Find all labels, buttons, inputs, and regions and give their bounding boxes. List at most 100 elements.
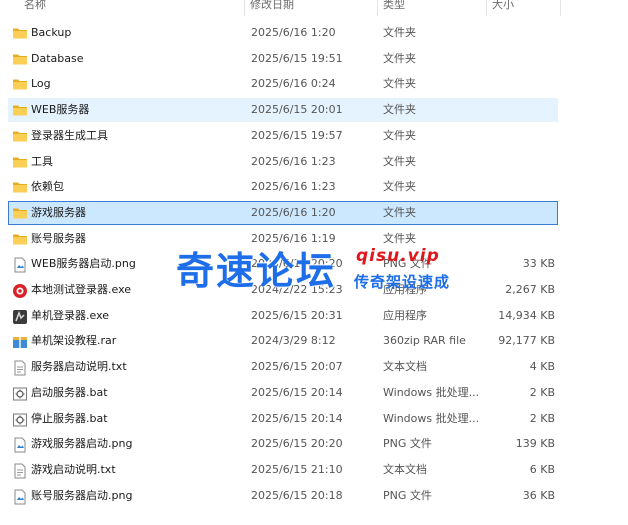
file-row[interactable]: 单机架设教程.rar 2024/3/29 8:12 360zip RAR file 9… xyxy=(8,329,558,353)
file-date: 2025/6/15 20:14 xyxy=(251,411,343,425)
file-row[interactable]: 启动服务器.bat 2025/6/15 20:14 Windows 批处理... 2 … xyxy=(8,381,558,405)
file-date: 2025/6/16 1:20 xyxy=(251,205,336,219)
image-file-icon xyxy=(12,489,28,505)
column-divider[interactable] xyxy=(377,0,378,16)
file-name: 单机架设教程.rar xyxy=(31,334,117,348)
file-size: 92,177 KB xyxy=(498,334,555,348)
file-type: 文件夹 xyxy=(383,103,416,117)
text-file-icon xyxy=(12,360,28,376)
file-name: 账号服务器启动.png xyxy=(31,488,133,502)
file-row[interactable]: 游戏服务器启动.png 2025/6/15 20:20 PNG 文件 139 KB xyxy=(8,432,558,456)
folder-icon xyxy=(12,52,28,66)
folder-row[interactable]: 工具 2025/6/16 1:23 文件夹 xyxy=(8,150,558,174)
file-date: 2025/6/15 20:14 xyxy=(251,385,343,399)
file-size xyxy=(487,48,555,70)
file-name: Log xyxy=(31,77,51,91)
column-header-name[interactable]: 名称 xyxy=(20,0,244,16)
file-type: 文件夹 xyxy=(383,51,416,65)
file-name: 单机登录器.exe xyxy=(31,308,110,322)
file-size: 6 KB xyxy=(529,462,555,476)
file-date: 2024/3/29 8:12 xyxy=(251,334,336,348)
folder-row[interactable]: Backup 2025/6/16 1:20 文件夹 xyxy=(8,21,558,45)
file-date: 2025/6/15 20:31 xyxy=(251,308,343,322)
file-date: 2025/6/16 1:23 xyxy=(251,154,336,168)
folder-row[interactable]: 游戏服务器 2025/6/16 1:20 文件夹 xyxy=(8,200,558,225)
folder-icon xyxy=(12,180,28,194)
file-size: 2 KB xyxy=(529,411,555,425)
file-size xyxy=(487,22,555,44)
file-name: Database xyxy=(31,51,84,65)
watermark-title: 奇速论坛 xyxy=(176,249,337,293)
column-header-bar: 名称 修改日期 类型 大小 xyxy=(0,0,628,16)
folder-row[interactable]: WEB服务器 2025/6/15 20:01 文件夹 xyxy=(8,98,558,123)
folder-icon xyxy=(12,26,28,40)
file-date: 2025/6/16 1:23 xyxy=(251,180,336,194)
file-type: 文本文档 xyxy=(383,462,427,476)
folder-row[interactable]: Log 2025/6/16 0:24 文件夹 xyxy=(8,72,558,96)
column-header-date[interactable]: 修改日期 xyxy=(246,0,376,16)
folder-icon xyxy=(12,129,28,143)
file-date: 2025/6/16 0:24 xyxy=(251,77,336,91)
file-date: 2025/6/16 1:20 xyxy=(251,26,336,39)
file-size: 2,267 KB xyxy=(505,283,555,296)
folder-icon xyxy=(12,77,28,91)
file-name: 登录器生成工具 xyxy=(31,128,108,142)
file-row[interactable]: 单机登录器.exe 2025/6/15 20:31 应用程序 14,934 KB xyxy=(8,304,558,328)
folder-row[interactable]: 依赖包 2025/6/16 1:23 文件夹 xyxy=(8,175,558,199)
file-name: 依赖包 xyxy=(31,180,64,194)
file-type: Windows 批处理... xyxy=(383,385,480,399)
file-row[interactable]: 停止服务器.bat 2025/6/15 20:14 Windows 批处理... 2 … xyxy=(8,407,558,431)
file-type: 文件夹 xyxy=(383,77,416,91)
file-size xyxy=(487,176,555,198)
folder-row[interactable]: Database 2025/6/15 19:51 文件夹 xyxy=(8,47,558,71)
file-size xyxy=(487,73,555,95)
folder-icon xyxy=(12,103,28,117)
image-file-icon xyxy=(12,257,28,273)
file-type: Windows 批处理... xyxy=(383,411,480,425)
column-divider[interactable] xyxy=(244,0,245,16)
file-type: PNG 文件 xyxy=(383,488,432,502)
folder-row[interactable]: 登录器生成工具 2025/6/15 19:57 文件夹 xyxy=(8,124,558,148)
file-size xyxy=(487,151,555,173)
app-icon xyxy=(12,309,28,324)
file-type: 文本文档 xyxy=(383,360,427,374)
file-type: PNG 文件 xyxy=(383,437,432,451)
file-name: 游戏服务器 xyxy=(31,205,86,219)
file-row[interactable]: 账号服务器启动.png 2025/6/15 20:18 PNG 文件 36 KB xyxy=(8,484,558,508)
file-size: 33 KB xyxy=(522,257,555,271)
file-name: 游戏服务器启动.png xyxy=(31,437,133,451)
file-name: Backup xyxy=(31,26,72,39)
file-type: 文件夹 xyxy=(383,205,416,219)
file-date: 2025/6/15 20:01 xyxy=(251,103,343,117)
column-divider[interactable] xyxy=(560,0,561,16)
file-size: 139 KB xyxy=(515,437,555,451)
batch-file-icon xyxy=(12,386,28,401)
file-type: 文件夹 xyxy=(383,180,416,194)
file-size xyxy=(487,125,555,147)
column-header-type[interactable]: 类型 xyxy=(379,0,485,16)
column-header-size[interactable]: 大小 xyxy=(488,0,560,16)
file-type: 文件夹 xyxy=(383,128,416,142)
file-size: 4 KB xyxy=(529,360,555,374)
file-type: 文件夹 xyxy=(383,154,416,168)
image-file-icon xyxy=(12,437,28,453)
file-name: 游戏启动说明.txt xyxy=(31,462,116,476)
batch-file-icon xyxy=(12,412,28,426)
file-name: 停止服务器.bat xyxy=(31,411,108,425)
file-size: 36 KB xyxy=(522,488,555,502)
file-size: 2 KB xyxy=(529,385,555,399)
file-name: WEB服务器 xyxy=(31,103,90,117)
text-file-icon xyxy=(12,463,28,479)
watermark-url: qisu.vip xyxy=(356,246,440,266)
file-date: 2025/6/15 21:10 xyxy=(251,462,343,476)
file-row[interactable]: 游戏启动说明.txt 2025/6/15 21:10 文本文档 6 KB xyxy=(8,458,558,482)
file-date: 2025/6/15 19:51 xyxy=(251,51,343,65)
file-type: 文件夹 xyxy=(383,26,416,39)
file-size xyxy=(487,99,555,121)
folder-icon xyxy=(12,206,28,220)
watermark-subtitle: 传奇架设速成 xyxy=(354,273,451,291)
file-date: 2025/6/15 20:18 xyxy=(251,488,343,502)
file-type: 应用程序 xyxy=(383,308,427,322)
column-divider[interactable] xyxy=(486,0,487,16)
file-row[interactable]: 服务器启动说明.txt 2025/6/15 20:07 文本文档 4 KB xyxy=(8,355,558,379)
